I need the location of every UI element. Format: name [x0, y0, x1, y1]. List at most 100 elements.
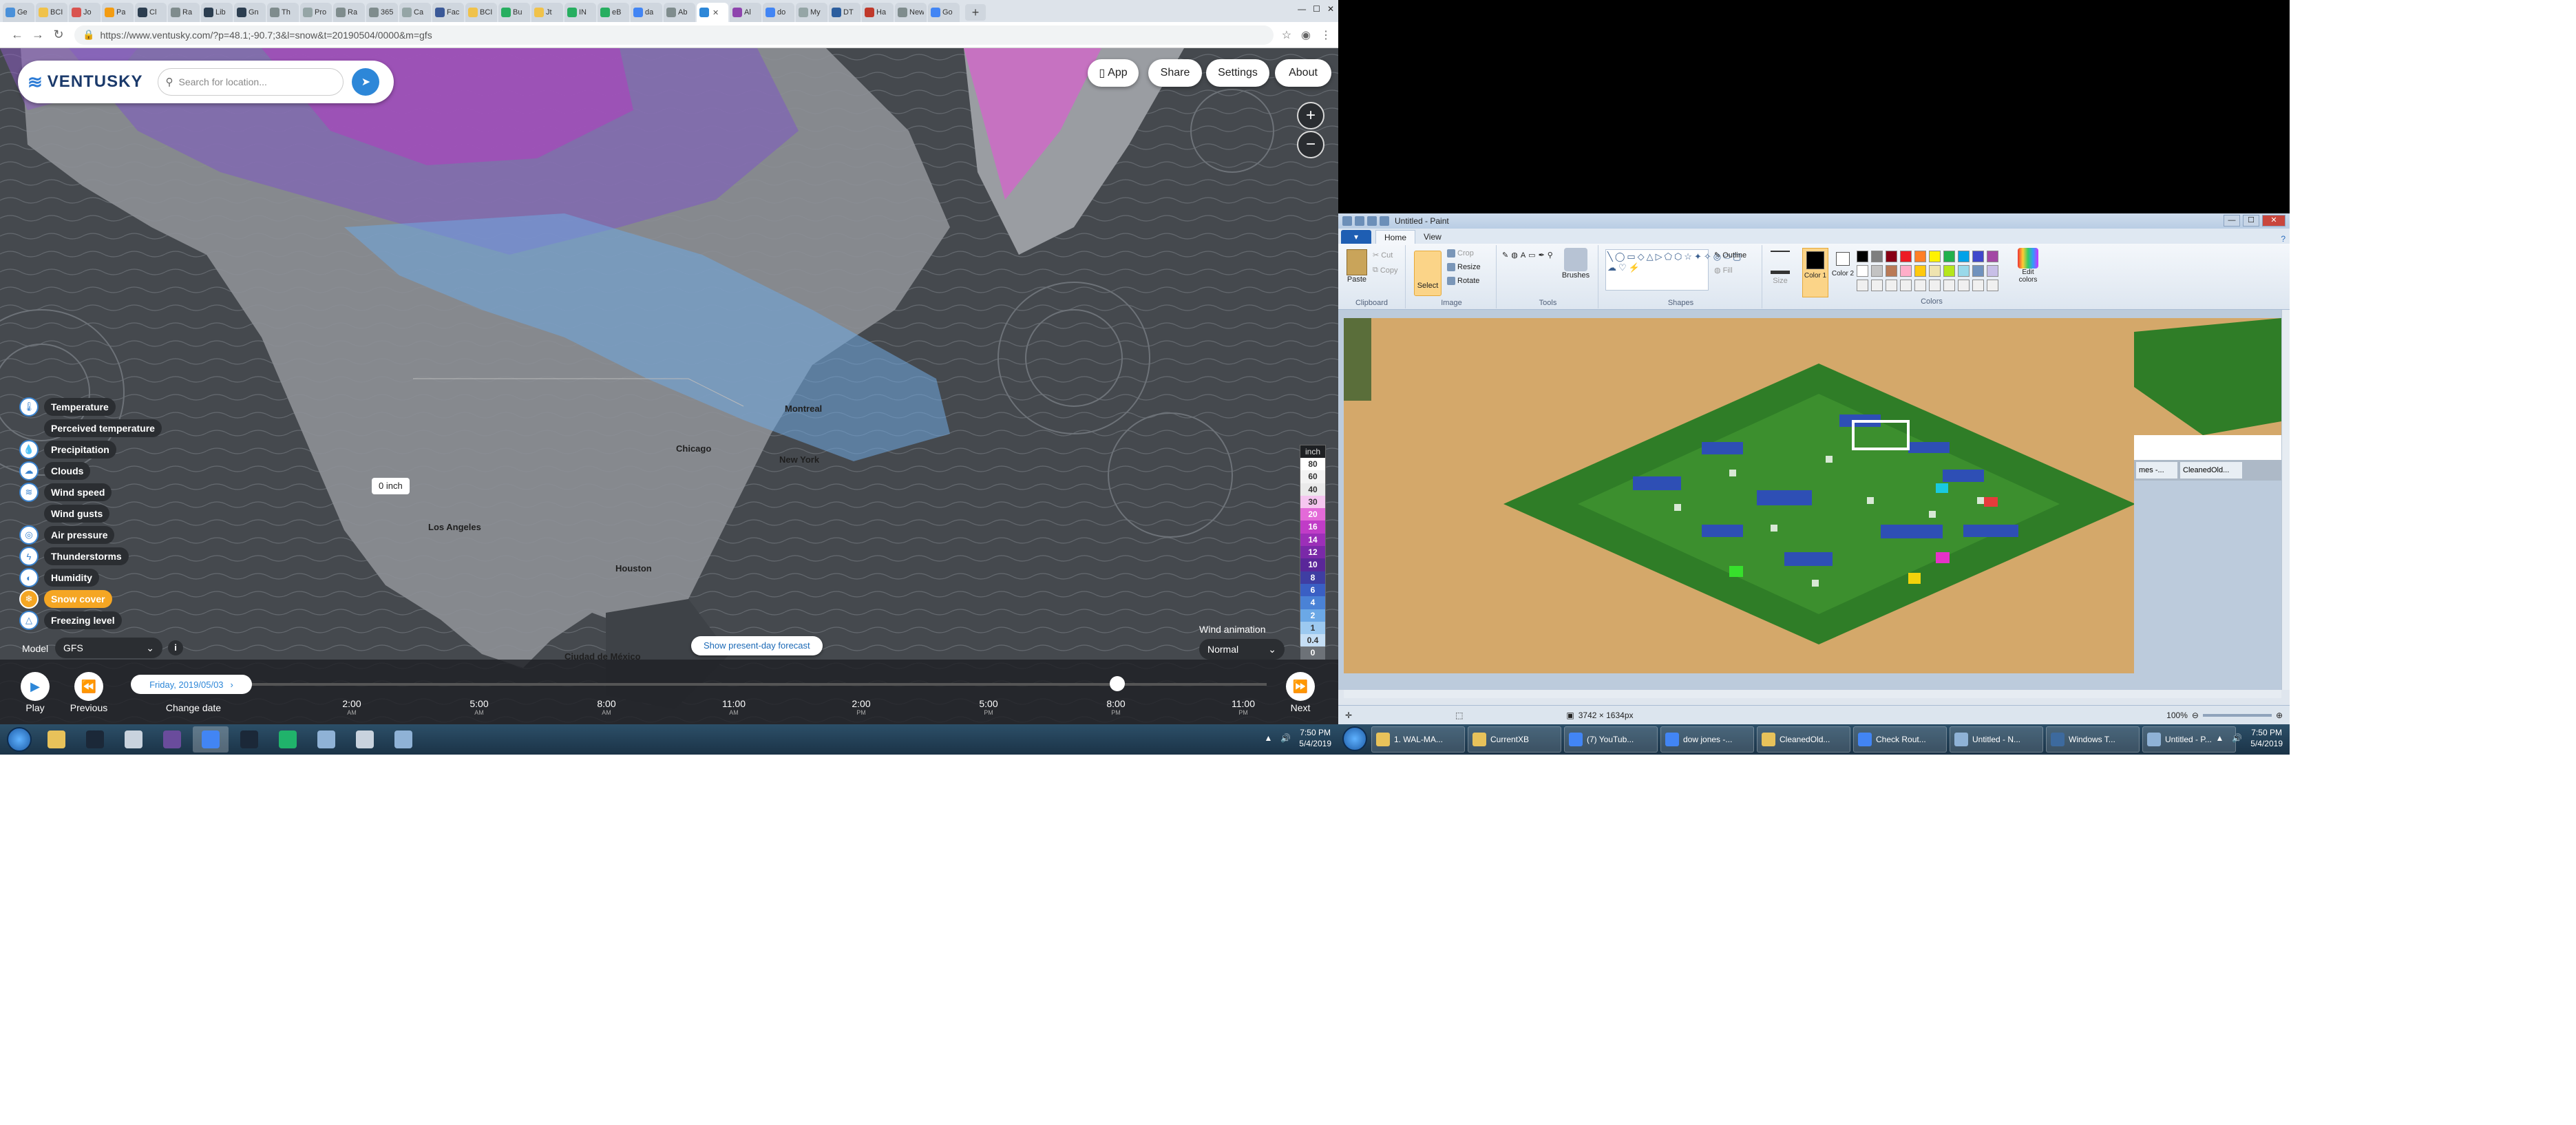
size-button[interactable]: Size — [1766, 248, 1794, 285]
zoom-in-button[interactable]: + — [1297, 102, 1324, 129]
wind-animation-select[interactable]: Normal ⌄ — [1199, 639, 1285, 660]
palette-color[interactable] — [1900, 251, 1912, 262]
search-input[interactable]: ⚲ Search for location... — [158, 68, 344, 96]
timeline-hour[interactable]: 11:00 AM — [703, 698, 765, 716]
taskbar-task[interactable]: Untitled - N... — [1950, 726, 2043, 753]
tab-home[interactable]: Home — [1375, 230, 1416, 244]
browser-tab[interactable]: Pa — [102, 3, 134, 22]
browser-tab[interactable]: Go — [928, 3, 960, 22]
palette-color[interactable] — [1943, 280, 1955, 291]
browser-tab[interactable]: Jo — [69, 3, 101, 22]
palette-color[interactable] — [1857, 280, 1868, 291]
taskbar-app[interactable] — [270, 726, 306, 753]
eraser-icon[interactable]: ▭ — [1528, 251, 1535, 260]
close-tab-icon[interactable]: ✕ — [712, 8, 719, 17]
browser-tab[interactable]: Ab — [664, 3, 695, 22]
vertical-scrollbar[interactable] — [2281, 310, 2290, 690]
app-button[interactable]: ▯ App — [1088, 59, 1139, 87]
palette-color[interactable] — [1987, 251, 1998, 262]
timeline-hour[interactable]: 5:00 AM — [448, 698, 510, 716]
zoom-out-button[interactable]: − — [1297, 131, 1324, 158]
palette-color[interactable] — [1972, 280, 1984, 291]
browser-tab[interactable]: Ca — [399, 3, 431, 22]
timeline-handle[interactable] — [1110, 676, 1125, 691]
bookmark-star-icon[interactable]: ☆ — [1282, 28, 1291, 42]
taskbar-app[interactable] — [308, 726, 344, 753]
taskbar-task[interactable]: Windows T... — [2046, 726, 2140, 753]
forward-icon[interactable]: → — [28, 28, 48, 42]
browser-tab[interactable]: Cl — [135, 3, 167, 22]
palette-color[interactable] — [1886, 251, 1897, 262]
thumb-item[interactable]: CleanedOld... — [2180, 462, 2242, 479]
palette-color[interactable] — [1929, 251, 1941, 262]
address-bar[interactable]: 🔒 https://www.ventusky.com/?p=48.1;-90.7… — [74, 25, 1274, 45]
volume-icon[interactable]: 🔊 — [1280, 733, 1291, 743]
browser-tab[interactable]: BCI — [465, 3, 497, 22]
palette-color[interactable] — [1900, 280, 1912, 291]
back-icon[interactable]: ← — [7, 28, 28, 42]
browser-tab[interactable]: My — [796, 3, 827, 22]
clock[interactable]: 7:50 PM 5/4/2019 — [1299, 727, 1331, 749]
browser-tab[interactable]: DT — [829, 3, 861, 22]
play-button[interactable]: ▶ — [21, 672, 50, 701]
palette-color[interactable] — [1857, 265, 1868, 277]
paste-button[interactable]: Paste — [1344, 249, 1370, 297]
weather-map[interactable] — [0, 48, 1338, 724]
outline-button[interactable]: ✎ Outline — [1714, 251, 1746, 260]
color-picker-icon[interactable]: ✒ — [1539, 251, 1545, 260]
palette-color[interactable] — [1958, 280, 1970, 291]
maximize-icon[interactable]: ☐ — [2243, 215, 2259, 227]
palette-color[interactable] — [1943, 265, 1955, 277]
taskbar-app[interactable] — [347, 726, 383, 753]
save-icon[interactable] — [1355, 216, 1364, 226]
palette-color[interactable] — [1914, 251, 1926, 262]
browser-tab[interactable]: Al — [730, 3, 761, 22]
palette-color[interactable] — [1929, 280, 1941, 291]
timeline-hour[interactable]: 2:00 PM — [830, 698, 892, 716]
volume-icon[interactable]: 🔊 — [2232, 733, 2242, 743]
browser-tab[interactable]: Ra — [333, 3, 365, 22]
taskbar-app[interactable] — [154, 726, 190, 753]
browser-tab[interactable]: Ra — [168, 3, 200, 22]
taskbar-task[interactable]: CurrentXB — [1468, 726, 1561, 753]
menu-icon[interactable]: ⋮ — [1320, 28, 1331, 42]
layer-item[interactable]: △ Freezing level — [19, 611, 122, 630]
browser-tab[interactable]: da — [631, 3, 662, 22]
timeline-hour[interactable]: 2:00 AM — [321, 698, 383, 716]
thumb-item[interactable]: mes -... — [2136, 462, 2177, 479]
color2-button[interactable]: Color 2 — [1831, 248, 1855, 277]
palette-color[interactable] — [1900, 265, 1912, 277]
timeline-hour[interactable]: 5:00 PM — [958, 698, 1020, 716]
browser-tab[interactable]: Ge — [3, 3, 34, 22]
browser-tab[interactable]: Ha — [862, 3, 894, 22]
next-button[interactable]: ⏩ — [1286, 672, 1315, 701]
start-button[interactable] — [1342, 726, 1367, 751]
brushes-button[interactable]: Brushes — [1559, 248, 1593, 280]
start-button[interactable] — [7, 727, 32, 752]
palette-color[interactable] — [1886, 265, 1897, 277]
taskbar-app[interactable] — [386, 726, 421, 753]
close-icon[interactable]: ✕ — [2262, 215, 2285, 227]
palette-color[interactable] — [1914, 265, 1926, 277]
taskbar-task[interactable]: CleanedOld... — [1757, 726, 1850, 753]
layer-item[interactable]: ❄ Snow cover — [19, 589, 112, 609]
browser-tab[interactable]: BCI — [36, 3, 67, 22]
layer-item[interactable]: Perceived temperature — [44, 419, 162, 437]
browser-tab[interactable]: New Ta — [895, 3, 927, 22]
palette-color[interactable] — [1857, 251, 1868, 262]
palette-color[interactable] — [1943, 251, 1955, 262]
layer-item[interactable]: ϟ Thunderstorms — [19, 547, 129, 566]
fill-button[interactable]: ◍ Fill — [1714, 266, 1733, 275]
magnifier-icon[interactable]: ⚲ — [1548, 251, 1553, 260]
paint-app-icon[interactable] — [1342, 216, 1352, 226]
extension-icon[interactable]: ◉ — [1301, 28, 1311, 42]
taskbar-app[interactable] — [39, 726, 74, 753]
text-icon[interactable]: A — [1521, 251, 1525, 260]
present-forecast-button[interactable]: Show present-day forecast — [691, 636, 823, 655]
palette-color[interactable] — [1914, 280, 1926, 291]
info-icon[interactable]: i — [168, 640, 183, 655]
fill-bucket-icon[interactable]: ◍ — [1511, 251, 1518, 260]
layer-item[interactable]: 💧 Precipitation — [19, 440, 116, 459]
new-tab-button[interactable]: + — [965, 4, 986, 21]
palette-color[interactable] — [1958, 251, 1970, 262]
